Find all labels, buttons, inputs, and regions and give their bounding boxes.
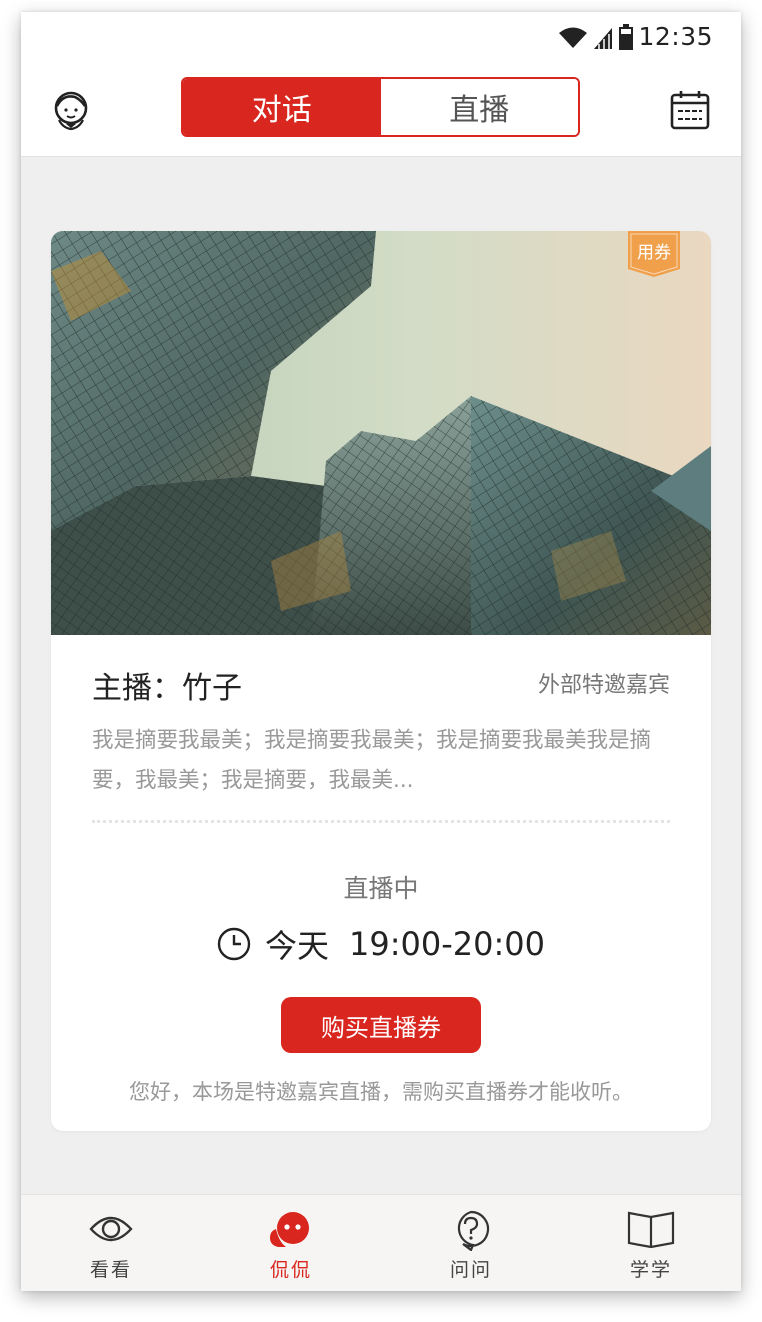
host-name: 主播：竹子	[92, 671, 242, 706]
book-icon	[627, 1211, 675, 1249]
nav-item-kankan[interactable]: 看看	[21, 1195, 201, 1291]
bottom-nav: 看看 侃侃 问问 学学	[21, 1194, 741, 1291]
nav-label-xuexue: 学学	[629, 1259, 672, 1281]
live-day: 今天	[265, 927, 330, 965]
clock-icon	[217, 927, 251, 961]
nav-label-kankan-chat: 侃侃	[269, 1259, 312, 1281]
chat-bubbles-icon	[270, 1212, 309, 1247]
purchase-notice: 您好，本场是特邀嘉宾直播，需购买直播券才能收听。	[129, 1080, 633, 1104]
nav-item-kankan-chat[interactable]: 侃侃	[201, 1195, 381, 1291]
nav-label-kankan: 看看	[89, 1259, 132, 1281]
nav-item-xuexue[interactable]: 学学	[561, 1195, 741, 1291]
guest-type: 外部特邀嘉宾	[537, 673, 670, 698]
buy-ticket-button[interactable]: 购买直播券	[281, 997, 481, 1053]
support-agent-icon[interactable]	[49, 88, 93, 132]
nav-item-wenwen[interactable]: 问问	[381, 1195, 561, 1291]
signal-icon	[594, 28, 612, 49]
wifi-icon	[559, 27, 587, 48]
live-time-range: 19:00-20:00	[349, 925, 545, 963]
live-card[interactable]: 用券 主播：竹子 外部特邀嘉宾 我是摘要我最美；我是摘要我最美；我是摘要我最美我…	[51, 231, 711, 1131]
coupon-tag	[628, 231, 680, 277]
mode-tabs: 对话 直播	[181, 77, 580, 137]
tab-dialogue[interactable]: 对话	[183, 79, 381, 135]
status-bar: 12:35	[21, 12, 741, 64]
nav-label-wenwen: 问问	[449, 1259, 492, 1281]
phone-screen: 12:35 对话 直播 用券 主播：竹子 外部特邀嘉宾 我是摘要我最美；我是摘要…	[21, 12, 741, 1291]
tab-live[interactable]: 直播	[380, 79, 578, 135]
battery-icon	[619, 24, 633, 50]
cover-image	[51, 231, 711, 635]
live-status: 直播中	[343, 874, 419, 903]
top-header: 对话 直播	[21, 64, 741, 157]
live-time: 今天 19:00-20:00	[51, 921, 711, 967]
question-bubble-icon	[457, 1210, 490, 1251]
live-summary: 我是摘要我最美；我是摘要我最美；我是摘要我最美我是摘要，我最美；我是摘要，我最美…	[92, 728, 652, 793]
dotted-divider	[92, 820, 670, 823]
eye-icon	[89, 1216, 133, 1242]
status-time: 12:35	[638, 22, 713, 51]
status-icons	[558, 24, 634, 50]
calendar-icon[interactable]	[668, 88, 712, 132]
